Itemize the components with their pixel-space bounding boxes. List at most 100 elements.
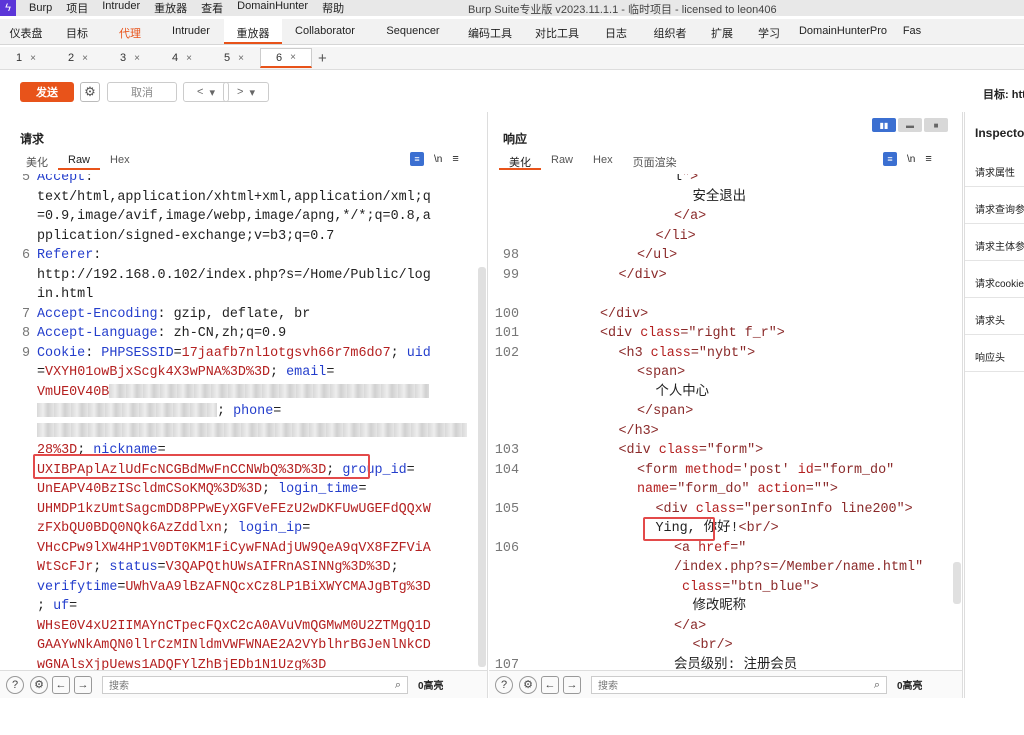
code-token: Cookie [37, 345, 86, 361]
response-editor[interactable]: l"> 安全退出 </a> </li> 98 </ul> 99 </div> 100 </div>… [489, 174, 953, 694]
code-token: = [69, 599, 78, 614]
inspector-item[interactable]: 响应头 [975, 349, 1005, 364]
view-tab[interactable]: Hex [100, 152, 140, 170]
code-token: </li> [655, 228, 696, 244]
code-token: ="form"> [698, 443, 764, 458]
response-search-input[interactable]: 搜索 ⌕ [591, 675, 887, 694]
code-token: = [273, 404, 282, 419]
forward-nav-button[interactable]: > ▾ [223, 82, 269, 102]
menu-item[interactable]: 帮助 [315, 0, 351, 16]
code-token: <form [637, 462, 686, 478]
inspector-item[interactable]: 请求属性 [975, 164, 1015, 179]
main-tab[interactable]: 学习 [744, 19, 794, 44]
settings-gear-icon[interactable]: ⚙ [519, 675, 537, 694]
line-number: 98 [502, 248, 519, 263]
main-tab[interactable]: 代理 [102, 19, 158, 44]
chevron-right-icon: > [237, 86, 244, 98]
code-token: ; [390, 560, 399, 575]
repeater-toolbar: 发送 ⚙ 取消 < ▾ > ▾ 目标: htt [0, 76, 1024, 108]
view-tab[interactable]: 美化 [499, 152, 541, 170]
prev-match-icon[interactable]: ← [541, 675, 559, 694]
main-tab[interactable]: 扩展 [700, 19, 744, 44]
main-tab[interactable]: Intruder [158, 19, 224, 44]
menu-item[interactable]: 查看 [194, 0, 230, 16]
code-token: 修改昵称 [692, 599, 747, 614]
inspector-item[interactable]: 请求cookie [975, 275, 1024, 290]
repeater-tab-label: 5 [224, 52, 231, 64]
menu-item[interactable]: 重放器 [147, 0, 194, 16]
view-tab[interactable]: 美化 [16, 152, 58, 170]
nickname-highlight-box [33, 454, 370, 479]
view-tab[interactable]: 页面渲染 [623, 152, 687, 170]
repeater-tab[interactable]: 5 × [208, 48, 260, 68]
main-tab[interactable]: DomainHunterPro [794, 19, 892, 44]
inspector-item[interactable]: 请求主体参 [975, 238, 1024, 253]
inspector-item[interactable]: 请求头 [975, 312, 1005, 327]
next-match-icon[interactable]: → [563, 675, 581, 694]
repeater-tab-label: 1 [16, 52, 23, 64]
menu-item[interactable]: 项目 [59, 0, 95, 16]
view-tab[interactable]: Raw [58, 152, 101, 170]
prev-match-icon[interactable]: ← [52, 675, 70, 694]
code-token: : [85, 345, 102, 361]
response-search-bar: ? ⚙ ← → 搜索 ⌕ 0高亮 [489, 670, 962, 698]
main-tab[interactable]: Sequencer [368, 19, 458, 44]
code-token: 个人中心 [655, 384, 710, 400]
next-match-icon[interactable]: → [74, 675, 92, 694]
view-tab[interactable]: Raw [541, 152, 583, 170]
main-tab[interactable]: 对比工具 [522, 19, 592, 44]
inspector-item[interactable]: 请求查询参 [975, 201, 1024, 216]
main-tab[interactable]: Collaborator [282, 19, 368, 44]
close-icon[interactable]: × [82, 53, 88, 64]
close-icon[interactable]: × [134, 53, 140, 64]
newline-toggle-icon[interactable]: \n [907, 154, 915, 165]
request-editor[interactable]: 5 Accept: text/html,application/xhtml+xml,… [0, 174, 480, 694]
code-token: "> [682, 174, 699, 185]
request-scrollbar[interactable] [478, 267, 486, 667]
menu-icon[interactable]: ≡ [925, 153, 931, 165]
newline-toggle-icon[interactable]: \n [434, 154, 442, 165]
line-number: 9 [21, 345, 30, 361]
settings-gear-icon[interactable]: ⚙ [80, 82, 100, 102]
help-icon[interactable]: ? [495, 675, 513, 694]
help-icon[interactable]: ? [6, 675, 24, 694]
main-tab[interactable]: 组织者 [640, 19, 700, 44]
target-label[interactable]: 目标: htt [983, 86, 1024, 102]
repeater-tab[interactable]: 2 × [52, 48, 104, 68]
line-number: 103 [494, 443, 519, 458]
menu-item[interactable]: Intruder [95, 0, 147, 16]
code-line: WtScFJr; status=V3QAPQthUWsAIFRnASINNg%3… [37, 558, 399, 578]
repeater-tab[interactable]: 3 × [104, 48, 156, 68]
code-line: <form method='post' id="form_do" [637, 461, 894, 481]
close-icon[interactable]: × [290, 52, 296, 63]
close-icon[interactable]: × [30, 53, 36, 64]
cancel-button[interactable]: 取消 [107, 82, 177, 102]
repeater-tab[interactable]: 6 × [260, 48, 312, 68]
settings-gear-icon[interactable]: ⚙ [30, 675, 48, 694]
send-button[interactable]: 发送 [20, 82, 74, 102]
main-tab[interactable]: 日志 [592, 19, 640, 44]
close-icon[interactable]: × [186, 53, 192, 64]
view-tab[interactable]: Hex [583, 152, 623, 170]
pretty-format-icon[interactable]: ≡ [410, 152, 424, 166]
main-tab[interactable]: 目标 [52, 19, 102, 44]
code-token: <span> [637, 365, 686, 380]
code-line: </h3> [619, 422, 659, 442]
request-search-input[interactable]: 搜索 ⌕ [102, 675, 408, 694]
response-scrollbar[interactable] [953, 562, 961, 604]
code-line: Accept-Language: zh-CN,zh;q=0.9 [37, 324, 286, 344]
repeater-tab[interactable]: 1 × [0, 48, 52, 68]
main-tab[interactable]: Fas [892, 19, 932, 44]
menu-item[interactable]: DomainHunter [230, 0, 315, 16]
repeater-tab[interactable]: 4 × [156, 48, 208, 68]
code-token: ="personInfo line200"> [735, 501, 913, 517]
code-line: 安全退出 [693, 188, 747, 208]
pretty-format-icon[interactable]: ≡ [883, 152, 897, 166]
main-tab[interactable]: 重放器 [224, 19, 282, 44]
main-tab[interactable]: 编码工具 [458, 19, 522, 44]
menu-app[interactable]: Burp [22, 2, 59, 14]
main-tab[interactable]: 仪表盘 [0, 19, 52, 44]
close-icon[interactable]: × [238, 53, 244, 64]
menu-icon[interactable]: ≡ [452, 153, 458, 165]
add-tab-icon[interactable]: + [318, 50, 327, 67]
